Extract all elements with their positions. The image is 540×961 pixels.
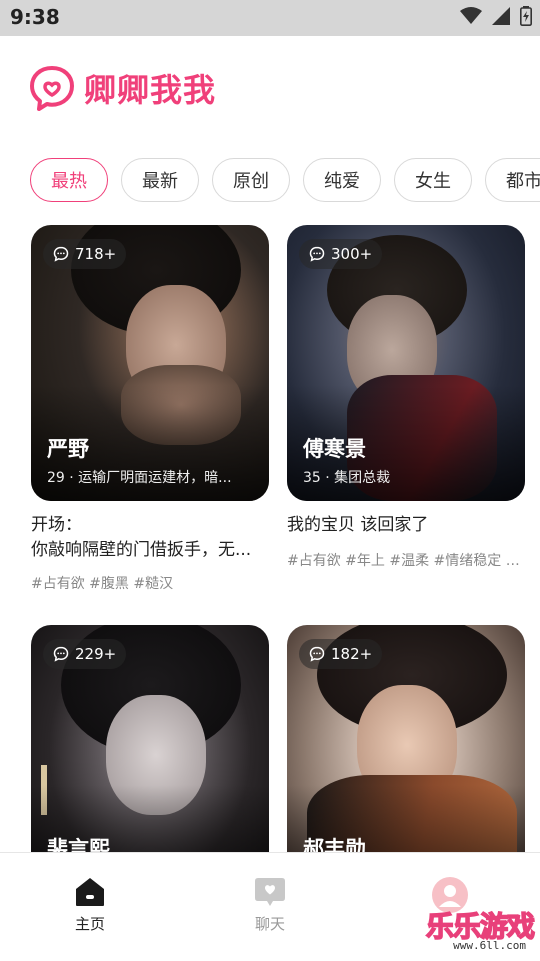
card-opening-line: 我的宝贝 该回家了 xyxy=(287,515,429,535)
comment-icon xyxy=(309,646,325,662)
character-card[interactable]: 718+ 严野 29 · 运输厂明面运建材，暗... 开场： 你敲响隔壁的门借扳… xyxy=(31,225,269,593)
nav-home[interactable]: 主页 xyxy=(50,877,130,934)
wifi-icon xyxy=(460,7,482,24)
watermark: 乐乐游戏 www.6ll.com xyxy=(418,905,540,959)
comment-icon xyxy=(53,246,69,262)
comment-icon xyxy=(309,246,325,262)
app-title: 卿卿我我 xyxy=(84,71,217,109)
chat-count: 182+ xyxy=(331,645,373,663)
nav-chat-label: 聊天 xyxy=(254,915,285,933)
character-card[interactable]: 300+ 傅寒景 35 · 集团总裁 我的宝贝 该回家了 #占有欲 #年上 #温… xyxy=(287,225,525,570)
home-icon xyxy=(76,878,104,906)
card-description: 你敲响隔壁的门借扳手，无... xyxy=(31,540,252,560)
tab-female[interactable]: 女生 xyxy=(394,158,472,202)
bottom-navigation: 主页 聊天 乐乐游戏 www.6ll.com xyxy=(0,852,540,961)
status-time: 9:38 xyxy=(10,5,60,29)
tab-pure-love[interactable]: 纯爱 xyxy=(303,158,381,202)
tab-hot[interactable]: 最热 xyxy=(30,158,108,202)
card-opening-line: 开场： xyxy=(31,515,82,535)
character-subtitle: 35 · 集团总裁 xyxy=(303,470,391,486)
signal-icon xyxy=(492,7,510,25)
chat-count-badge: 182+ xyxy=(299,639,383,669)
chat-count: 229+ xyxy=(75,645,117,663)
category-tabs: 最热 最新 原创 纯爱 女生 都市 xyxy=(30,158,540,202)
battery-icon xyxy=(520,6,532,26)
tab-original[interactable]: 原创 xyxy=(212,158,290,202)
watermark-url: www.6ll.com xyxy=(453,939,526,952)
chat-count: 300+ xyxy=(331,245,373,263)
status-icons xyxy=(460,6,532,26)
chat-count-badge: 300+ xyxy=(299,239,383,269)
app-header: 卿卿我我 xyxy=(28,64,216,112)
character-name: 傅寒景 xyxy=(303,437,366,461)
character-name: 严野 xyxy=(47,437,89,461)
character-portrait[interactable]: 300+ 傅寒景 35 · 集团总裁 xyxy=(287,225,525,501)
character-portrait[interactable]: 718+ 严野 29 · 运输厂明面运建材，暗... xyxy=(31,225,269,501)
card-tags: #占有欲 #年上 #温柔 #情绪稳定 #... xyxy=(287,553,525,569)
tab-latest[interactable]: 最新 xyxy=(121,158,199,202)
chat-count: 718+ xyxy=(75,245,117,263)
chat-count-badge: 718+ xyxy=(43,239,127,269)
tab-urban[interactable]: 都市 xyxy=(485,158,540,202)
nav-chat[interactable]: 聊天 xyxy=(230,877,310,934)
status-bar: 9:38 xyxy=(0,0,540,36)
comment-icon xyxy=(53,646,69,662)
chat-bubble-logo-icon xyxy=(30,66,74,111)
chat-count-badge: 229+ xyxy=(43,639,127,669)
character-subtitle: 29 · 运输厂明面运建材，暗... xyxy=(47,470,232,486)
heart-chat-icon xyxy=(255,878,285,906)
card-tags: #占有欲 #腹黑 #糙汉 xyxy=(31,576,174,592)
nav-home-label: 主页 xyxy=(74,915,105,933)
